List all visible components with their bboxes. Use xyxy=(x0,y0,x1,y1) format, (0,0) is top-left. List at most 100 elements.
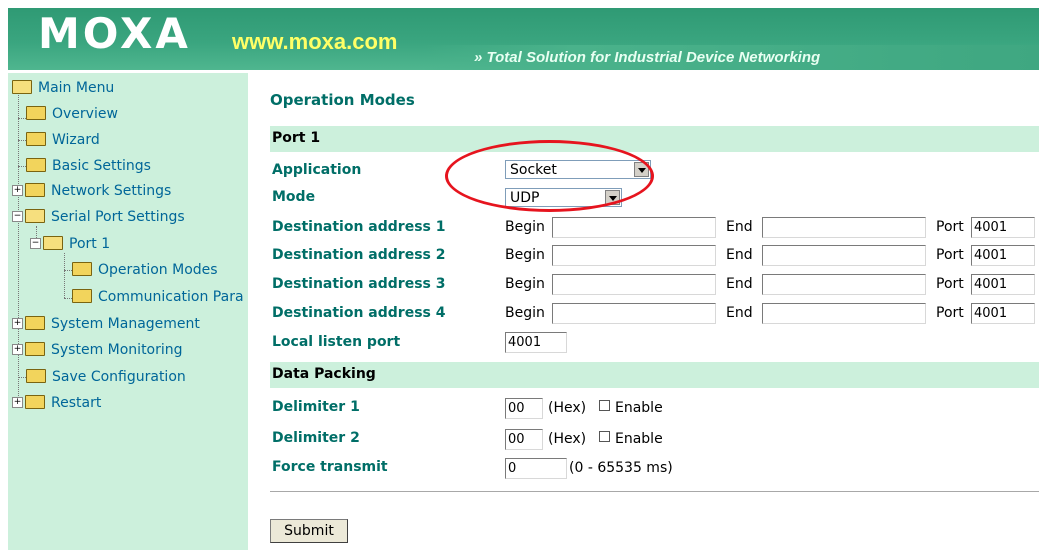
folder-icon xyxy=(25,183,45,197)
moxa-logo: MOXA xyxy=(38,9,191,58)
sidebar-item-wizard[interactable]: Wizard xyxy=(26,129,100,151)
delimiter-1-label: Delimiter 1 xyxy=(272,399,360,415)
port-label: Port xyxy=(936,219,964,235)
sidebar-item-label: System Monitoring xyxy=(51,342,183,358)
sidebar-item-label: Overview xyxy=(52,106,118,122)
destination-3-begin-input[interactable] xyxy=(552,274,716,295)
page-header: MOXA www.moxa.com » Total Solution for I… xyxy=(0,0,1039,73)
sidebar-item-system-monitoring[interactable]: + System Monitoring xyxy=(12,339,183,361)
destination-2-end-input[interactable] xyxy=(762,245,926,266)
destination-4-label: Destination address 4 xyxy=(272,305,446,321)
folder-icon xyxy=(26,158,46,172)
destination-4-end-input[interactable] xyxy=(762,303,926,324)
end-label: End xyxy=(726,219,753,235)
sidebar-item-serial-port-settings[interactable]: − Serial Port Settings xyxy=(12,206,185,228)
sidebar-item-label: Communication Para xyxy=(98,289,244,305)
force-transmit-range: (0 - 65535 ms) xyxy=(569,460,673,476)
destination-1-label: Destination address 1 xyxy=(272,219,446,235)
force-transmit-label: Force transmit xyxy=(272,459,388,475)
tree-line xyxy=(18,140,26,141)
page-title: Operation Modes xyxy=(270,91,415,109)
destination-1-begin-input[interactable] xyxy=(552,217,716,238)
highlight-ellipse xyxy=(445,140,654,212)
folder-icon xyxy=(26,106,46,120)
end-label: End xyxy=(726,305,753,321)
destination-3-port-input[interactable]: 4001 xyxy=(971,274,1035,295)
application-label: Application xyxy=(272,162,362,178)
site-url[interactable]: www.moxa.com xyxy=(232,29,397,55)
folder-icon xyxy=(26,369,46,383)
sidebar-item-save-configuration[interactable]: Save Configuration xyxy=(26,366,186,388)
delimiter-2-input[interactable]: 00 xyxy=(505,429,543,450)
delimiter-2-enable-checkbox[interactable] xyxy=(599,431,610,442)
local-listen-port-label: Local listen port xyxy=(272,334,401,350)
sidebar-item-port-1[interactable]: − Port 1 xyxy=(30,233,110,255)
destination-3-end-input[interactable] xyxy=(762,274,926,295)
destination-2-begin-input[interactable] xyxy=(552,245,716,266)
form-divider xyxy=(270,491,1039,492)
begin-label: Begin xyxy=(505,305,545,321)
submit-button[interactable]: Submit xyxy=(270,519,348,543)
begin-label: Begin xyxy=(505,247,545,263)
collapse-minus-icon[interactable]: − xyxy=(12,210,23,222)
tagline: » Total Solution for Industrial Device N… xyxy=(474,49,821,66)
sidebar-item-network-settings[interactable]: + Network Settings xyxy=(12,180,171,202)
sidebar-item-label: Network Settings xyxy=(51,183,172,199)
destination-4-port-input[interactable]: 4001 xyxy=(971,303,1035,324)
section-title: Port 1 xyxy=(272,130,321,146)
folder-icon xyxy=(25,342,45,356)
end-label: End xyxy=(726,247,753,263)
tree-line xyxy=(18,166,26,167)
tree-line xyxy=(64,253,65,298)
sidebar-item-label: Wizard xyxy=(52,132,100,148)
force-transmit-input[interactable]: 0 xyxy=(505,458,567,479)
sidebar-item-label: Save Configuration xyxy=(52,369,186,385)
sidebar-item-operation-modes[interactable]: Operation Modes xyxy=(72,259,218,281)
sidebar-item-overview[interactable]: Overview xyxy=(26,103,118,125)
sidebar-item-restart[interactable]: + Restart xyxy=(12,392,101,414)
sidebar-item-main-menu[interactable]: Main Menu xyxy=(12,77,114,99)
destination-1-port-input[interactable]: 4001 xyxy=(971,217,1035,238)
sidebar-item-label: System Management xyxy=(51,316,200,332)
hex-label: (Hex) xyxy=(548,400,587,416)
begin-label: Begin xyxy=(505,219,545,235)
sidebar-item-label: Port 1 xyxy=(69,236,111,252)
delimiter-2-label: Delimiter 2 xyxy=(272,430,360,446)
expand-plus-icon[interactable]: + xyxy=(12,184,23,196)
folder-icon xyxy=(72,289,92,303)
sidebar-item-system-management[interactable]: + System Management xyxy=(12,313,200,335)
port-label: Port xyxy=(936,276,964,292)
expand-plus-icon[interactable]: + xyxy=(12,343,23,355)
section-title: Data Packing xyxy=(272,366,376,382)
sidebar-item-communication-parameters[interactable]: Communication Para xyxy=(72,286,244,308)
port-label: Port xyxy=(936,305,964,321)
sidebar-item-label: Main Menu xyxy=(38,80,115,96)
destination-2-port-input[interactable]: 4001 xyxy=(971,245,1035,266)
begin-label: Begin xyxy=(505,276,545,292)
section-header-data-packing: Data Packing xyxy=(270,362,1039,388)
local-listen-port-input[interactable]: 4001 xyxy=(505,332,567,353)
delimiter-1-input[interactable]: 00 xyxy=(505,398,543,419)
expand-plus-icon[interactable]: + xyxy=(12,396,23,408)
port-label: Port xyxy=(936,247,964,263)
tree-line xyxy=(18,377,26,378)
folder-icon xyxy=(25,395,45,409)
folder-icon xyxy=(72,262,92,276)
folder-open-icon xyxy=(43,236,63,250)
destination-3-label: Destination address 3 xyxy=(272,276,446,292)
main-content: Operation Modes Port 1 Application Socke… xyxy=(248,73,1039,550)
sidebar-item-label: Basic Settings xyxy=(52,158,151,174)
end-label: End xyxy=(726,276,753,292)
sidebar-item-basic-settings[interactable]: Basic Settings xyxy=(26,155,151,177)
destination-4-begin-input[interactable] xyxy=(552,303,716,324)
expand-plus-icon[interactable]: + xyxy=(12,317,23,329)
tree-line xyxy=(18,118,26,119)
sidebar-item-label: Restart xyxy=(51,395,102,411)
sidebar-menu: Main Menu Overview Wizard Basic Settings… xyxy=(8,73,248,550)
folder-icon xyxy=(26,132,46,146)
collapse-minus-icon[interactable]: − xyxy=(30,237,41,249)
delimiter-1-enable-checkbox[interactable] xyxy=(599,400,610,411)
folder-icon xyxy=(25,316,45,330)
section-header-port: Port 1 xyxy=(270,126,1039,152)
destination-1-end-input[interactable] xyxy=(762,217,926,238)
